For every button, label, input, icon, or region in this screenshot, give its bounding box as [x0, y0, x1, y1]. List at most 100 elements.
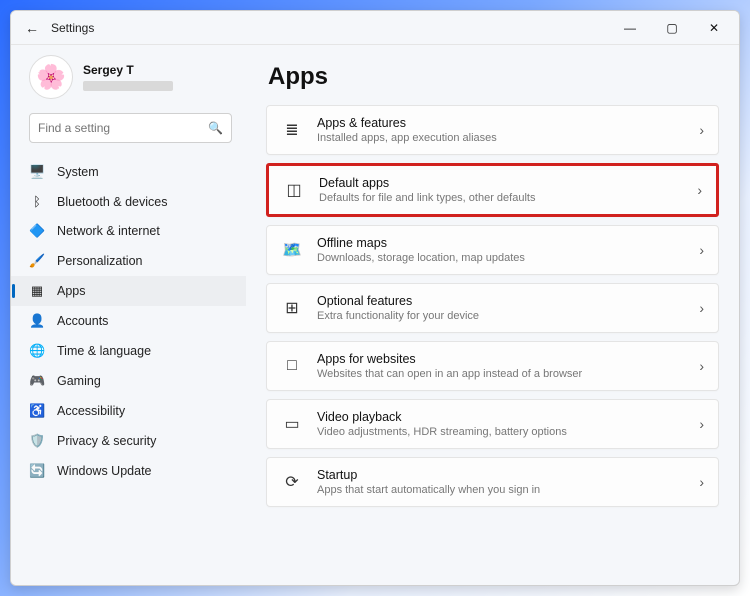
sidebar-item-label: Bluetooth & devices [57, 195, 168, 209]
content-area: 🌸 Sergey T 🔍 🖥️ System ᛒ Bluetooth & device… [11, 45, 739, 585]
card-title: Default apps [319, 176, 683, 190]
sidebar-item-icon: 🔄 [29, 463, 45, 479]
card-title: Offline maps [317, 236, 685, 250]
sidebar-item-accounts[interactable]: 👤 Accounts [11, 306, 246, 336]
chevron-right-icon: › [699, 300, 704, 316]
sidebar-item-label: Time & language [57, 344, 151, 358]
sidebar-item-time-language[interactable]: 🌐 Time & language [11, 336, 246, 366]
search-icon: 🔍 [208, 121, 223, 135]
sidebar-item-label: Accessibility [57, 404, 125, 418]
sidebar-item-icon: ᛒ [29, 194, 45, 209]
sidebar-item-icon: 👤 [29, 313, 45, 329]
back-arrow-icon: ← [25, 20, 39, 36]
sidebar-item-label: Personalization [57, 254, 142, 268]
sidebar-item-icon: ♿ [29, 403, 45, 419]
avatar: 🌸 [29, 55, 73, 99]
sidebar-item-icon: 🌐 [29, 343, 45, 359]
card-body: Optional features Extra functionality for… [317, 294, 685, 322]
chevron-right-icon: › [699, 358, 704, 374]
sidebar-nav: 🖥️ System ᛒ Bluetooth & devices 🔷 Network & i… [11, 153, 246, 490]
card-icon: □ [281, 357, 303, 375]
close-icon: ✕ [709, 21, 719, 35]
card-icon: 🗺️ [281, 240, 303, 260]
user-block[interactable]: 🌸 Sergey T [11, 51, 246, 103]
card-apps-for-websites[interactable]: □ Apps for websites Websites that can open… [266, 341, 719, 391]
user-text: Sergey T [83, 63, 173, 91]
settings-window: ← Settings — ▢ ✕ 🌸 Sergey T 🔍 🖥️Sys [10, 10, 740, 586]
sidebar-item-label: Network & internet [57, 224, 160, 238]
sidebar-item-bluetooth-devices[interactable]: ᛒ Bluetooth & devices [11, 187, 246, 216]
chevron-right-icon: › [699, 416, 704, 432]
card-body: Video playbackVideo adjustments, HDR str… [317, 410, 685, 438]
maximize-button[interactable]: ▢ [651, 11, 693, 44]
sidebar-item-icon: 🛡️ [29, 433, 45, 449]
card-body: Apps for websites Websites that can open … [317, 352, 685, 380]
sidebar-item-label: Privacy & security [57, 434, 156, 448]
card-icon: ⊞ [281, 298, 303, 318]
cards-list: ≣ Apps & features Installed apps, app exec… [266, 105, 719, 507]
card-offline-maps[interactable]: 🗺️ Offline maps Downloads, storage locatio… [266, 225, 719, 275]
minimize-button[interactable]: — [609, 11, 651, 44]
card-body: Default apps Defaults for file and link t… [319, 176, 683, 204]
card-body: Offline maps Downloads, storage location,… [317, 236, 685, 264]
search-box[interactable]: 🔍 [29, 113, 232, 143]
page-title: Apps [268, 63, 719, 91]
card-title: Startup [317, 468, 685, 482]
card-startup[interactable]: ⟳ Startup Apps that start automatically wh… [266, 457, 719, 507]
chevron-right-icon: › [699, 122, 704, 138]
sidebar-item-icon: 🖌️ [29, 253, 45, 269]
sidebar-item-gaming[interactable]: 🎮 Gaming [11, 366, 246, 396]
window-title: Settings [51, 21, 94, 35]
sidebar-item-label: System [57, 165, 99, 179]
sidebar-item-icon: 🎮 [29, 373, 45, 389]
sidebar-item-system[interactable]: 🖥️ System [11, 157, 246, 187]
search-input[interactable] [38, 121, 208, 135]
sidebar-item-icon: ▦ [29, 283, 45, 299]
back-button[interactable]: ← [15, 11, 49, 44]
main-pane: Apps ≣ Apps & features Installed apps, app… [246, 45, 739, 585]
card-apps-features[interactable]: ≣ Apps & features Installed apps, app exec… [266, 105, 719, 155]
sidebar-item-icon: 🖥️ [29, 164, 45, 180]
titlebar: ← Settings — ▢ ✕ [11, 11, 739, 45]
card-video-playback[interactable]: ▭ Video playbackVideo adjustments, HDR st… [266, 399, 719, 449]
card-subtitle: Defaults for file and link types, other … [319, 192, 683, 204]
minimize-icon: — [624, 21, 636, 35]
card-title: Optional features [317, 294, 685, 308]
card-subtitle: Downloads, storage location, map updates [317, 252, 685, 264]
sidebar-item-personalization[interactable]: 🖌️ Personalization [11, 246, 246, 276]
card-title: Apps & features [317, 116, 685, 130]
card-body: Startup Apps that start automatically whe… [317, 468, 685, 496]
search-wrap: 🔍 [11, 103, 246, 153]
sidebar-item-accessibility[interactable]: ♿ Accessibility [11, 396, 246, 426]
card-icon: ≣ [281, 120, 303, 140]
sidebar: 🌸 Sergey T 🔍 🖥️ System ᛒ Bluetooth & device… [11, 45, 246, 585]
card-subtitle: Websites that can open in an app instead… [317, 368, 685, 380]
card-subtitle: Apps that start automatically when you s… [317, 484, 685, 496]
maximize-icon: ▢ [666, 21, 677, 35]
card-icon: ⟳ [281, 472, 303, 492]
card-default-apps[interactable]: ◫ Default apps Defaults for file and link … [266, 163, 719, 217]
sidebar-item-label: Apps [57, 284, 86, 298]
sidebar-item-label: Gaming [57, 374, 101, 388]
card-subtitle: Extra functionality for your device [317, 310, 685, 322]
card-icon: ◫ [283, 180, 305, 200]
card-title: Video playback [317, 410, 685, 424]
card-title: Apps for websites [317, 352, 685, 366]
chevron-right-icon: › [697, 182, 702, 198]
sidebar-item-icon: 🔷 [29, 223, 45, 239]
chevron-right-icon: › [699, 242, 704, 258]
card-body: Apps & features Installed apps, app execu… [317, 116, 685, 144]
chevron-right-icon: › [699, 474, 704, 490]
close-button[interactable]: ✕ [693, 11, 735, 44]
card-optional-features[interactable]: ⊞ Optional features Extra functionality fo… [266, 283, 719, 333]
user-sub-redacted [83, 81, 173, 91]
card-icon: ▭ [281, 414, 303, 434]
sidebar-item-label: Accounts [57, 314, 108, 328]
sidebar-item-apps[interactable]: ▦ Apps [11, 276, 246, 306]
user-name: Sergey T [83, 63, 173, 77]
sidebar-item-label: Windows Update [57, 464, 152, 478]
sidebar-item-windows-update[interactable]: 🔄 Windows Update [11, 456, 246, 486]
sidebar-item-network-internet[interactable]: 🔷 Network & internet [11, 216, 246, 246]
sidebar-item-privacy-security[interactable]: 🛡️ Privacy & security [11, 426, 246, 456]
card-subtitle: Installed apps, app execution aliases [317, 132, 685, 144]
